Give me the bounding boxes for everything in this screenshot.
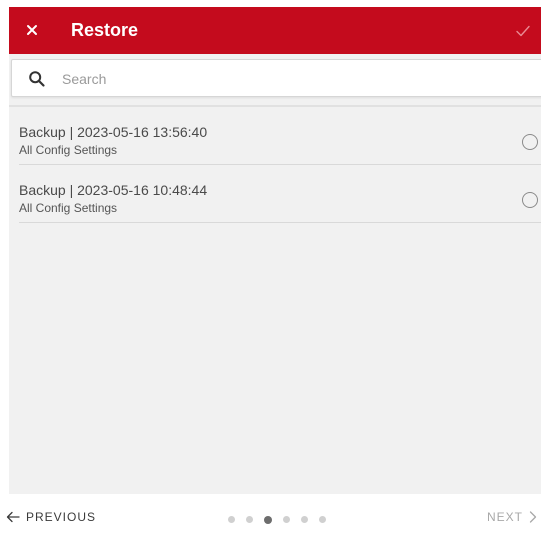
backup-subtitle: All Config Settings <box>19 201 118 215</box>
list-item[interactable]: Backup | 2023-05-16 10:48:44 All Config … <box>19 165 541 223</box>
step-indicator <box>228 515 337 524</box>
close-icon <box>27 25 37 35</box>
step-dot <box>319 516 326 523</box>
search-input[interactable] <box>60 64 524 94</box>
chevron-right-icon <box>529 511 537 523</box>
radio-button[interactable] <box>522 134 538 150</box>
restore-panel: Restore Backup | 2023-05-16 13:56:40 All… <box>9 7 541 494</box>
next-button[interactable]: NEXT <box>487 507 537 527</box>
step-dot <box>228 516 235 523</box>
step-dot-active <box>264 515 272 524</box>
page-title: Restore <box>71 20 139 40</box>
backup-title: Backup | 2023-05-16 13:56:40 <box>19 124 208 140</box>
wizard-footer: PREVIOUS NEXT <box>0 494 541 533</box>
step-dot <box>246 516 253 523</box>
previous-button[interactable]: PREVIOUS <box>6 507 96 527</box>
checkmark-icon <box>516 25 530 37</box>
backup-list: Backup | 2023-05-16 13:56:40 All Config … <box>9 107 541 223</box>
step-dot <box>283 516 290 523</box>
close-button[interactable] <box>19 17 45 43</box>
search-icon <box>29 71 45 87</box>
arrow-left-icon <box>6 511 20 523</box>
backup-subtitle: All Config Settings <box>19 143 118 157</box>
backup-title: Backup | 2023-05-16 10:48:44 <box>19 182 208 198</box>
header-bar: Restore <box>9 7 541 54</box>
step-dot <box>301 516 308 523</box>
radio-button[interactable] <box>522 192 538 208</box>
list-item[interactable]: Backup | 2023-05-16 13:56:40 All Config … <box>19 107 541 165</box>
next-label: NEXT <box>486 510 523 524</box>
search-bar <box>11 59 541 97</box>
previous-label: PREVIOUS <box>26 510 97 524</box>
confirm-button[interactable] <box>512 20 534 42</box>
